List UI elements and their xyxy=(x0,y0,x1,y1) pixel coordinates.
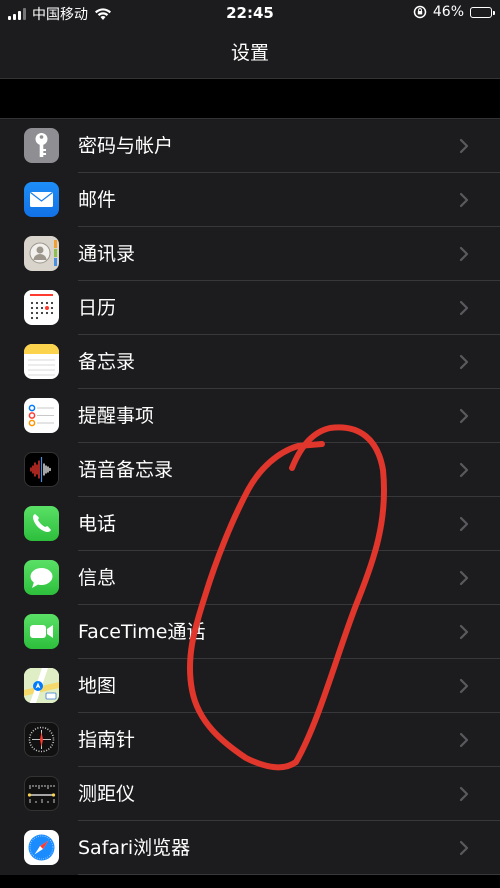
maps-icon xyxy=(24,668,59,703)
settings-list: 密码与帐户 邮件 通讯录 日历 备忘录 提醒事项 语音备忘录 电话 信息 Fac… xyxy=(0,118,500,875)
chevron-right-icon xyxy=(459,570,469,586)
settings-item-safari[interactable]: Safari浏览器 xyxy=(0,821,500,875)
settings-item-maps[interactable]: 地图 xyxy=(0,659,500,713)
chevron-right-icon xyxy=(459,192,469,208)
chevron-right-icon xyxy=(459,786,469,802)
contacts-icon xyxy=(24,236,59,271)
chevron-right-icon xyxy=(459,624,469,640)
voice-memos-icon xyxy=(24,452,59,487)
notes-icon xyxy=(24,344,59,379)
settings-item-label: 日历 xyxy=(78,297,117,319)
chevron-right-icon xyxy=(459,408,469,424)
settings-item-label: 电话 xyxy=(78,513,117,535)
page-title: 设置 xyxy=(230,42,269,64)
battery-percent: 46% xyxy=(432,4,464,20)
nav-bar: 设置 xyxy=(0,28,500,79)
chevron-right-icon xyxy=(459,300,469,316)
settings-item-facetime[interactable]: FaceTime通话 xyxy=(0,605,500,659)
chevron-right-icon xyxy=(459,732,469,748)
settings-item-reminders[interactable]: 提醒事项 xyxy=(0,389,500,443)
settings-item-phone[interactable]: 电话 xyxy=(0,497,500,551)
settings-item-contacts[interactable]: 通讯录 xyxy=(0,227,500,281)
settings-item-notes[interactable]: 备忘录 xyxy=(0,335,500,389)
settings-item-label: 信息 xyxy=(78,567,117,589)
settings-item-label: 指南针 xyxy=(78,729,136,751)
chevron-right-icon xyxy=(459,138,469,154)
settings-item-voice-memos[interactable]: 语音备忘录 xyxy=(0,443,500,497)
chevron-right-icon xyxy=(459,840,469,856)
chevron-right-icon xyxy=(459,678,469,694)
settings-item-label: 语音备忘录 xyxy=(78,459,174,481)
rotation-lock-icon xyxy=(413,5,427,19)
settings-item-label: 地图 xyxy=(78,675,117,697)
battery-icon xyxy=(470,6,495,18)
settings-item-label: FaceTime通话 xyxy=(78,621,206,643)
chevron-right-icon xyxy=(459,354,469,370)
row-divider xyxy=(78,874,500,875)
settings-item-mail[interactable]: 邮件 xyxy=(0,173,500,227)
safari-icon xyxy=(24,830,59,865)
phone-icon xyxy=(24,506,59,541)
settings-item-passwords[interactable]: 密码与帐户 xyxy=(0,119,500,173)
facetime-icon xyxy=(24,614,59,649)
measure-icon xyxy=(24,776,59,811)
messages-icon xyxy=(24,560,59,595)
chevron-right-icon xyxy=(459,516,469,532)
settings-item-compass[interactable]: 指南针 xyxy=(0,713,500,767)
status-bar: 中国移动 22:45 46% xyxy=(0,0,500,28)
settings-item-messages[interactable]: 信息 xyxy=(0,551,500,605)
key-icon xyxy=(24,128,59,163)
settings-item-label: Safari浏览器 xyxy=(78,837,191,859)
chevron-right-icon xyxy=(459,462,469,478)
calendar-icon xyxy=(24,290,59,325)
settings-item-label: 通讯录 xyxy=(78,243,136,265)
settings-item-label: 密码与帐户 xyxy=(78,135,174,157)
settings-item-label: 提醒事项 xyxy=(78,405,155,427)
mail-icon xyxy=(24,182,59,217)
settings-item-calendar[interactable]: 日历 xyxy=(0,281,500,335)
status-right: 46% xyxy=(413,4,495,20)
reminders-icon xyxy=(24,398,59,433)
compass-icon xyxy=(24,722,59,757)
settings-item-label: 备忘录 xyxy=(78,351,136,373)
settings-item-measure[interactable]: 测距仪 xyxy=(0,767,500,821)
settings-item-label: 测距仪 xyxy=(78,783,136,805)
chevron-right-icon xyxy=(459,246,469,262)
settings-item-label: 邮件 xyxy=(78,189,117,211)
